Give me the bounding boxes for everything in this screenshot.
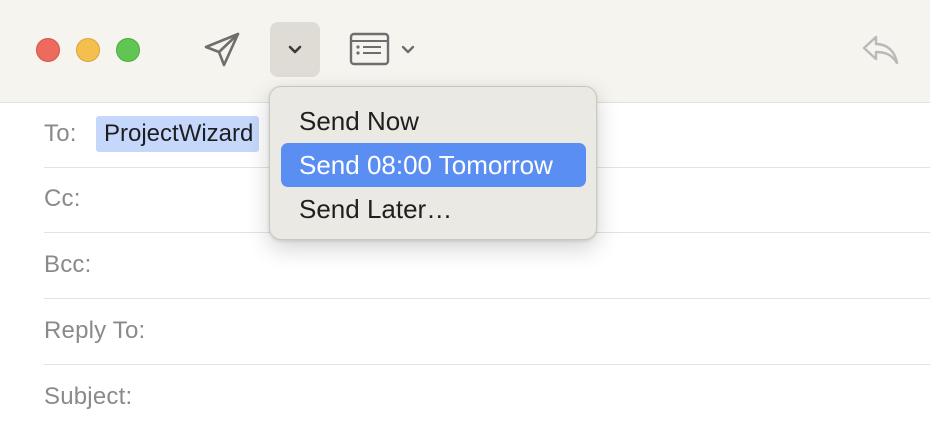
cc-label: Cc: — [44, 185, 81, 212]
send-button[interactable] — [200, 26, 244, 74]
menu-item-send-later[interactable]: Send Later… — [281, 187, 586, 231]
recipient-token[interactable]: ProjectWizard — [96, 116, 260, 152]
compose-window: To: ProjectWizard Cc: Bcc: Reply To: Sub… — [0, 0, 930, 430]
close-window-button[interactable] — [36, 38, 60, 62]
zoom-window-button[interactable] — [116, 38, 140, 62]
header-fields-button[interactable] — [348, 28, 420, 72]
send-options-button[interactable] — [270, 22, 320, 77]
subject-field-row[interactable]: Subject: — [44, 366, 930, 430]
minimize-window-button[interactable] — [76, 38, 100, 62]
header-fields-icon — [349, 32, 415, 66]
menu-item-send-tomorrow[interactable]: Send 08:00 Tomorrow — [281, 143, 586, 187]
reply-arrow-icon — [862, 35, 899, 65]
reply-button[interactable] — [858, 28, 902, 72]
chevron-down-icon — [288, 45, 302, 53]
reply-to-label: Reply To: — [44, 317, 146, 344]
subject-label: Subject: — [44, 383, 133, 410]
bcc-field-row[interactable]: Bcc: — [44, 234, 930, 299]
reply-to-field-row[interactable]: Reply To: — [44, 300, 930, 365]
menu-item-send-now[interactable]: Send Now — [281, 99, 586, 143]
bcc-label: Bcc: — [44, 251, 92, 278]
send-options-menu: Send Now Send 08:00 Tomorrow Send Later… — [269, 86, 597, 240]
paper-plane-icon — [204, 32, 240, 67]
to-label: To: — [44, 120, 77, 147]
